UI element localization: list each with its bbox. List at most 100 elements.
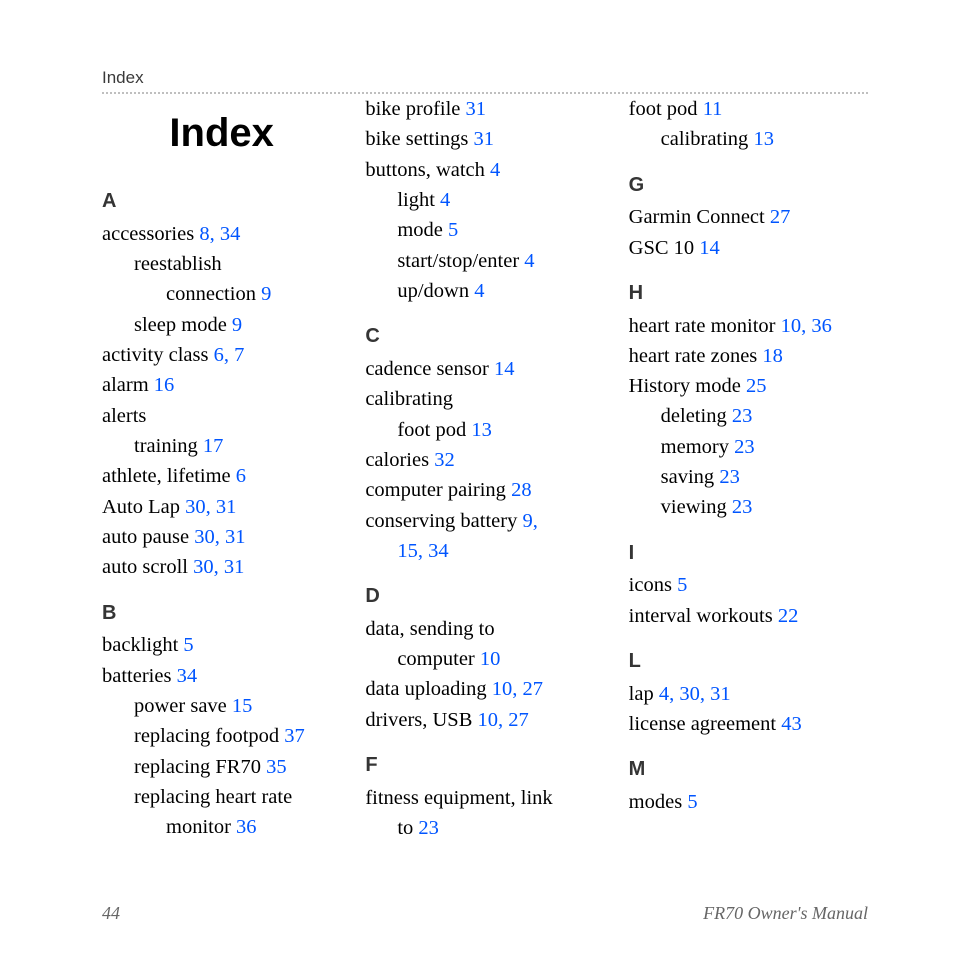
index-entry: deleting 23: [629, 401, 868, 431]
index-page-ref[interactable]: 18: [762, 345, 783, 367]
index-page-ref[interactable]: 27: [770, 206, 791, 228]
index-page-ref[interactable]: 4: [524, 250, 534, 272]
index-page-ref[interactable]: 30, 31: [193, 556, 244, 578]
index-term: reestablish: [134, 253, 222, 275]
index-page-ref[interactable]: 10, 27: [492, 678, 543, 700]
index-term: calibrating: [661, 128, 754, 150]
index-page-ref[interactable]: 14: [699, 237, 720, 259]
index-entry: data uploading 10, 27: [365, 674, 604, 704]
index-term: saving: [661, 466, 720, 488]
index-page-ref[interactable]: 14: [494, 358, 515, 380]
index-entry: activity class 6, 7: [102, 340, 341, 370]
index-page-ref[interactable]: 23: [734, 436, 755, 458]
index-page-ref[interactable]: 23: [732, 405, 753, 427]
index-page-ref[interactable]: 10, 36: [781, 315, 832, 337]
index-entry: sleep mode 9: [102, 310, 341, 340]
index-entry: license agreement 43: [629, 709, 868, 739]
index-page-ref[interactable]: 31: [466, 98, 487, 120]
index-term: calibrating: [365, 388, 453, 410]
index-page-ref[interactable]: 5: [448, 219, 458, 241]
index-page-ref[interactable]: 35: [266, 756, 287, 778]
index-page-ref[interactable]: 9: [232, 314, 242, 336]
index-page-ref[interactable]: 9,: [522, 510, 537, 532]
index-page-ref[interactable]: 43: [781, 713, 802, 735]
index-term: license agreement: [629, 713, 782, 735]
index-page-ref[interactable]: 34: [177, 665, 198, 687]
index-page-ref[interactable]: 6: [236, 465, 246, 487]
index-page-ref[interactable]: 32: [434, 449, 455, 471]
index-entry: cadence sensor 14: [365, 354, 604, 384]
index-page-ref[interactable]: 6, 7: [214, 344, 245, 366]
index-page-ref[interactable]: 25: [746, 375, 767, 397]
index-entry: accessories 8, 34: [102, 219, 341, 249]
index-page-ref[interactable]: 13: [471, 419, 492, 441]
index-term: icons: [629, 574, 677, 596]
index-entry: power save 15: [102, 691, 341, 721]
index-heading-d: D: [365, 582, 604, 612]
index-page-ref[interactable]: 17: [203, 435, 224, 457]
index-page-ref[interactable]: 5: [183, 634, 193, 656]
index-entry: training 17: [102, 431, 341, 461]
index-entry: foot pod 11: [629, 94, 868, 124]
index-page-ref[interactable]: 22: [778, 605, 799, 627]
index-entry: heart rate zones 18: [629, 341, 868, 371]
index-term: computer pairing: [365, 479, 511, 501]
index-term: fitness equipment, link: [365, 787, 552, 809]
page-number: 44: [102, 903, 120, 924]
index-term: up/down: [397, 280, 474, 302]
index-entry: bike settings 31: [365, 124, 604, 154]
index-entry: calibrating 13: [629, 124, 868, 154]
index-term: buttons, watch: [365, 159, 490, 181]
index-term: monitor: [166, 816, 236, 838]
index-entry: replacing FR70 35: [102, 752, 341, 782]
index-page-ref[interactable]: 13: [753, 128, 774, 150]
index-term: power save: [134, 695, 232, 717]
index-entry: auto pause 30, 31: [102, 522, 341, 552]
index-term: conserving battery: [365, 510, 522, 532]
index-page-ref[interactable]: 23: [732, 496, 753, 518]
index-page-ref[interactable]: 37: [284, 725, 305, 747]
page-footer: 44 FR70 Owner's Manual: [102, 903, 868, 924]
index-heading-m: M: [629, 755, 868, 785]
index-page-ref[interactable]: 28: [511, 479, 532, 501]
index-page-ref[interactable]: 36: [236, 816, 257, 838]
index-page-ref[interactable]: 8, 34: [199, 223, 240, 245]
index-page-ref[interactable]: 11: [703, 98, 723, 120]
index-page-ref[interactable]: 5: [687, 791, 697, 813]
index-term: calories: [365, 449, 434, 471]
running-head: Index: [102, 68, 868, 94]
index-entry: conserving battery 9,: [365, 506, 604, 536]
index-heading-b: B: [102, 599, 341, 629]
index-term: deleting: [661, 405, 732, 427]
index-page-ref[interactable]: 4: [474, 280, 484, 302]
index-term: to: [397, 817, 418, 839]
index-page-ref[interactable]: 9: [261, 283, 271, 305]
index-entry: mode 5: [365, 215, 604, 245]
index-page-ref[interactable]: 4, 30, 31: [659, 683, 731, 705]
index-term: viewing: [661, 496, 732, 518]
index-term: modes: [629, 791, 688, 813]
index-page-ref[interactable]: 23: [418, 817, 439, 839]
index-term: GSC 10: [629, 237, 700, 259]
index-page-ref[interactable]: 30, 31: [185, 496, 236, 518]
index-entry: replacing heart rate: [102, 782, 341, 812]
index-page-ref[interactable]: 10, 27: [478, 709, 529, 731]
index-page-ref[interactable]: 31: [474, 128, 495, 150]
index-page-ref[interactable]: 30, 31: [194, 526, 245, 548]
index-page-ref[interactable]: 16: [154, 374, 175, 396]
index-page-ref[interactable]: 5: [677, 574, 687, 596]
index-heading-h: H: [629, 279, 868, 309]
index-page-ref[interactable]: 10: [480, 648, 501, 670]
index-entry: connection 9: [102, 279, 341, 309]
index-entry: to 23: [365, 813, 604, 843]
index-page-ref[interactable]: 15, 34: [397, 540, 448, 562]
index-page-ref[interactable]: 4: [440, 189, 450, 211]
index-term: mode: [397, 219, 448, 241]
index-page-ref[interactable]: 4: [490, 159, 500, 181]
index-page-ref[interactable]: 15: [232, 695, 253, 717]
index-page-ref[interactable]: 23: [719, 466, 740, 488]
index-heading-f: F: [365, 751, 604, 781]
index-term: replacing FR70: [134, 756, 266, 778]
index-entry: memory 23: [629, 432, 868, 462]
index-term: activity class: [102, 344, 214, 366]
